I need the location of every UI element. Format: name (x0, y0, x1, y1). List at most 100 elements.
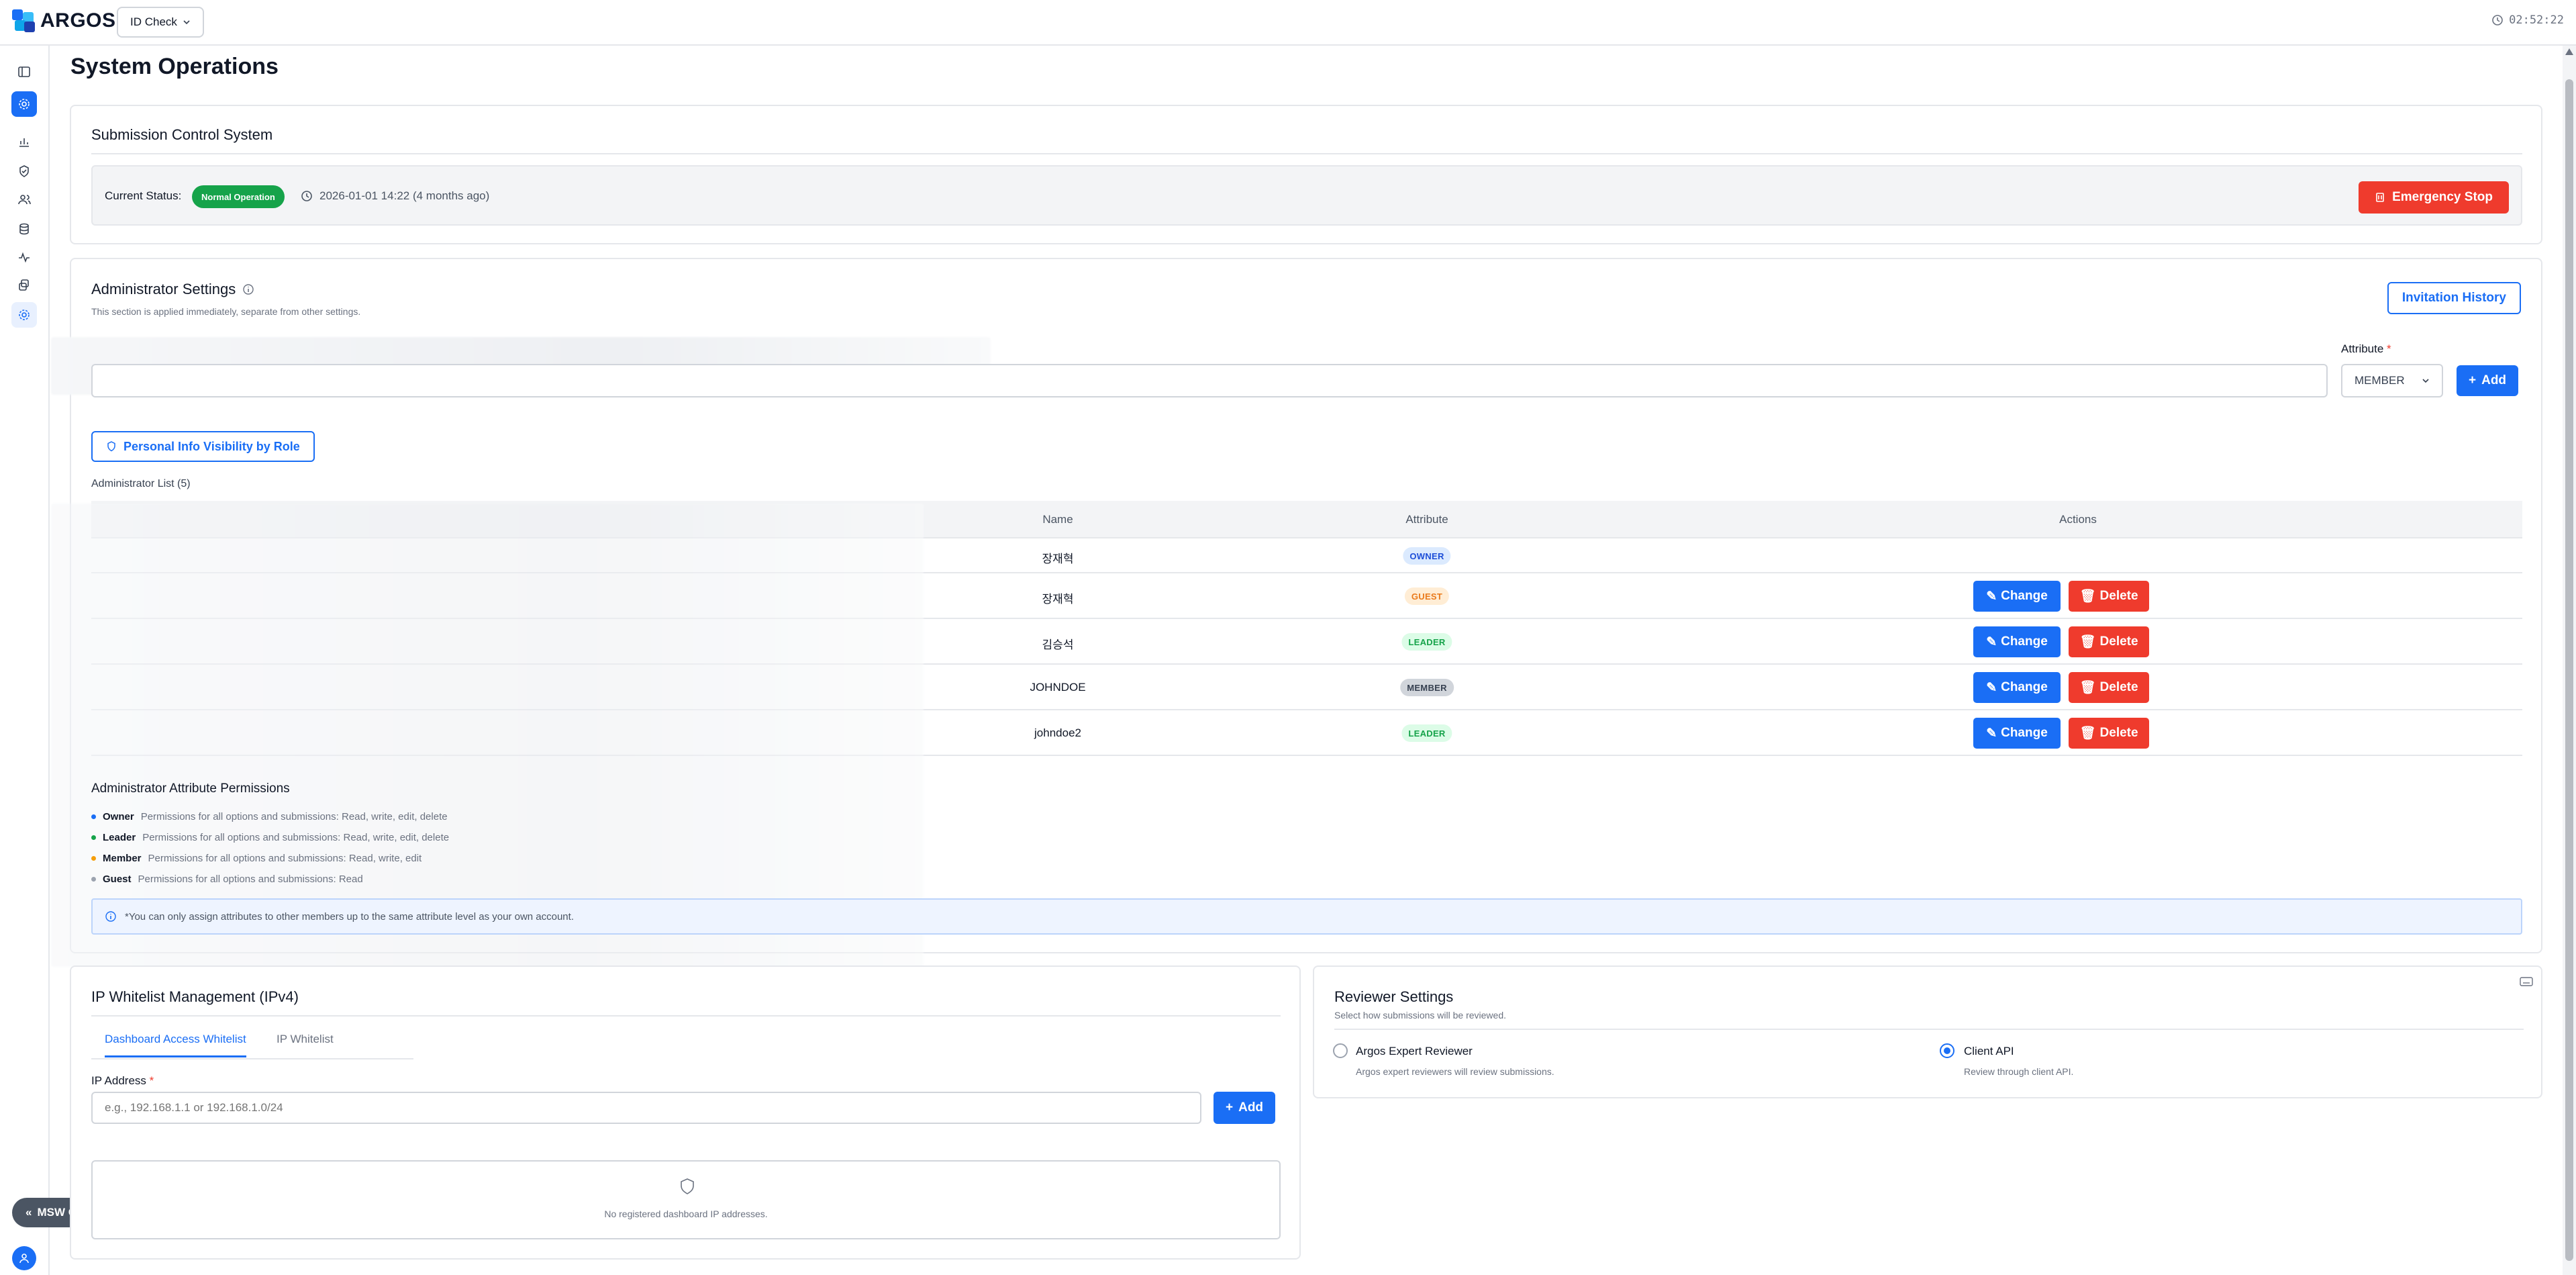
admin-settings-header: Administrator Settings (91, 281, 254, 298)
invitation-history-label: Invitation History (2401, 291, 2506, 305)
tab-dashboard-access-whitelist[interactable]: Dashboard Access Whitelist (105, 1033, 246, 1057)
sidebar (0, 46, 50, 1275)
permission-dot (91, 835, 96, 840)
change-label: Change (2001, 589, 2048, 603)
reviewer-settings-title: Reviewer Settings (1334, 988, 1454, 1005)
option-label[interactable]: Argos Expert Reviewer (1356, 1045, 1473, 1058)
submission-control-title: Submission Control System (91, 126, 273, 143)
pencil-icon: ✎ (1986, 680, 1997, 695)
layers-icon[interactable] (11, 273, 37, 298)
invitation-history-button[interactable]: Invitation History (2387, 282, 2521, 314)
status-bar: Current Status: Normal Operation 2026-01… (91, 165, 2522, 226)
email-input[interactable] (91, 364, 2328, 397)
option-label[interactable]: Client API (1964, 1045, 2014, 1058)
scrollbar[interactable] (2563, 46, 2576, 1275)
radio-argos-expert-reviewer[interactable] (1333, 1043, 1348, 1058)
permission-item: Member Permissions for all options and s… (91, 853, 422, 864)
delete-button[interactable]: 🗑 Delete (2069, 626, 2149, 657)
activity-icon[interactable] (11, 244, 37, 270)
panel-toggle-icon[interactable] (11, 59, 37, 85)
clock-icon (301, 191, 312, 201)
divider (1334, 1029, 2524, 1030)
permission-desc: Permissions for all options and submissi… (138, 873, 363, 885)
ip-list-empty-state: No registered dashboard IP addresses. (91, 1160, 1281, 1239)
users-icon[interactable] (11, 187, 37, 212)
msw-icon: « (26, 1206, 32, 1219)
delete-button[interactable]: 🗑 Delete (2069, 718, 2149, 749)
shield-check-icon[interactable] (11, 158, 37, 184)
scroll-thumb[interactable] (2565, 79, 2573, 1261)
delete-button[interactable]: 🗑 Delete (2069, 672, 2149, 703)
delete-label: Delete (2099, 726, 2138, 740)
admin-settings-card: Administrator Settings This section is a… (51, 258, 2542, 967)
divider (91, 153, 2522, 154)
required-marker: * (2387, 342, 2391, 355)
emergency-stop-button[interactable]: Emergency Stop (2359, 181, 2509, 214)
add-ip-label: Add (1238, 1100, 1264, 1115)
change-button[interactable]: ✎ Change (1973, 672, 2061, 703)
permission-item: Owner Permissions for all options and su… (91, 811, 448, 822)
admin-name: 장재혁 (1042, 593, 1074, 606)
database-icon[interactable] (11, 216, 37, 242)
ip-address-label: IP Address * (91, 1074, 154, 1088)
reviewer-settings-card: Reviewer Settings Select how submissions… (1313, 965, 2542, 1098)
delete-button[interactable]: 🗑 Delete (2069, 581, 2149, 612)
ip-address-input[interactable] (91, 1092, 1201, 1124)
permission-dot (91, 877, 96, 882)
trash-icon: 🗑 (2079, 726, 2096, 741)
change-button[interactable]: ✎ Change (1973, 581, 2061, 612)
attribute-badge: LEADER (1401, 724, 1452, 742)
emergency-stop-label: Emergency Stop (2392, 190, 2493, 204)
argos-logo[interactable]: ARGOS (12, 9, 116, 32)
keyboard-icon[interactable] (2520, 976, 2533, 987)
attribute-badge: OWNER (1403, 547, 1451, 565)
pencil-icon: ✎ (1986, 726, 1997, 741)
plus-icon: + (1226, 1100, 1234, 1115)
change-button[interactable]: ✎ Change (1973, 718, 2061, 749)
ip-address-label-text: IP Address (91, 1074, 146, 1087)
add-admin-button[interactable]: + Add (2457, 365, 2519, 396)
status-time-text: 2026-01-01 14:22 (4 months ago) (319, 189, 490, 202)
attribute-badge: LEADER (1401, 633, 1452, 651)
required-marker: * (149, 1074, 154, 1087)
product-select[interactable]: ID Check (117, 7, 204, 38)
clock-icon (2492, 15, 2503, 26)
permission-item: Leader Permissions for all options and s… (91, 832, 449, 843)
bar-chart-icon[interactable] (11, 129, 37, 154)
pencil-icon: ✎ (1986, 589, 1997, 604)
scroll-up-arrow[interactable] (2565, 48, 2573, 55)
page-title: System Operations (70, 54, 279, 79)
chevron-down-icon (183, 20, 190, 25)
settings-icon[interactable] (11, 302, 37, 328)
ip-whitelist-card: IP Whitelist Management (IPv4) Dashboard… (70, 965, 1301, 1260)
tab-ip-whitelist[interactable]: IP Whitelist (277, 1033, 334, 1055)
tab-divider (91, 1058, 413, 1059)
avatar[interactable] (12, 1246, 36, 1270)
gear-icon[interactable] (11, 91, 37, 117)
column-header-attribute: Attribute (1405, 513, 1448, 526)
delete-label: Delete (2099, 634, 2138, 649)
admin-name: 김승석 (1042, 639, 1074, 651)
logo-mark-icon (12, 9, 35, 32)
attribute-select[interactable]: MEMBER (2341, 364, 2443, 397)
status-badge: Normal Operation (192, 185, 285, 208)
permission-item: Guest Permissions for all options and su… (91, 873, 363, 885)
personal-info-visibility-label: Personal Info Visibility by Role (123, 439, 300, 453)
column-header-actions: Actions (2059, 513, 2097, 526)
attribute-label-text: Attribute (2341, 342, 2384, 355)
info-icon[interactable] (242, 283, 254, 295)
reviewer-settings-subtitle: Select how submissions will be reviewed. (1334, 1010, 1506, 1021)
plus-icon: + (2469, 373, 2477, 387)
change-button[interactable]: ✎ Change (1973, 626, 2061, 657)
permission-role: Owner (103, 811, 134, 822)
attribute-note-text: *You can only assign attributes to other… (125, 910, 574, 923)
logo-text: ARGOS (40, 9, 116, 32)
permission-desc: Permissions for all options and submissi… (142, 832, 450, 843)
personal-info-visibility-button[interactable]: Personal Info Visibility by Role (91, 431, 315, 462)
attribute-note: *You can only assign attributes to other… (91, 898, 2522, 935)
product-select-value: ID Check (130, 15, 177, 28)
radio-client-api[interactable] (1940, 1043, 1954, 1058)
attribute-label: Attribute * (2341, 342, 2391, 356)
add-ip-button[interactable]: + Add (1213, 1092, 1276, 1124)
chevron-down-icon (2422, 379, 2429, 383)
